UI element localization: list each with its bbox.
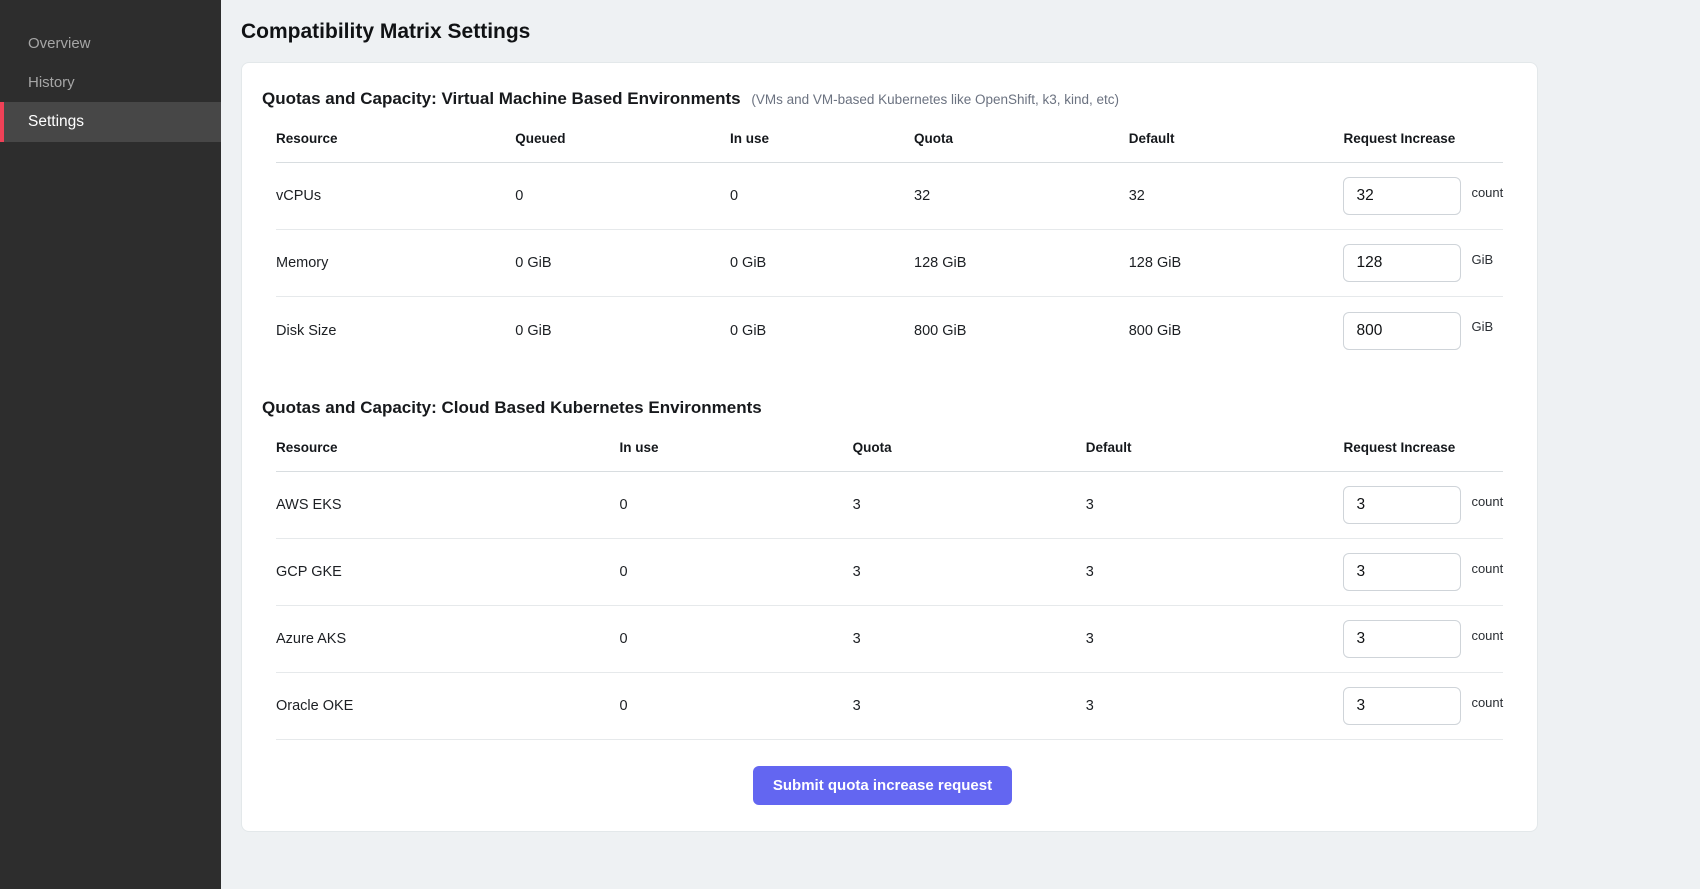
request-increase-input-aws-eks[interactable] xyxy=(1343,486,1461,524)
cell-queued: 0 xyxy=(515,188,730,204)
table-row-azure-aks: Azure AKS 0 3 3 count xyxy=(276,606,1503,673)
cell-request-increase: count xyxy=(1343,177,1503,215)
cloud-section-title-text: Quotas and Capacity: Cloud Based Kuberne… xyxy=(262,398,762,417)
cell-queued: 0 GiB xyxy=(515,323,730,339)
cell-in-use: 0 GiB xyxy=(730,323,914,339)
request-increase-input-vcpus[interactable] xyxy=(1343,177,1461,215)
cell-default: 3 xyxy=(1086,698,1344,714)
unit-label: GiB xyxy=(1471,319,1493,334)
table-row-vcpus: vCPUs 0 0 32 32 count xyxy=(276,163,1503,230)
cell-default: 800 GiB xyxy=(1129,323,1344,339)
column-header-request-increase: Request Increase xyxy=(1343,131,1503,146)
unit-label: GiB xyxy=(1471,252,1493,267)
column-header-in-use: In use xyxy=(730,131,914,146)
cell-queued: 0 GiB xyxy=(515,255,730,271)
cloud-quota-table: Resource In use Quota Default Request In… xyxy=(276,426,1503,740)
column-header-queued: Queued xyxy=(515,131,730,146)
cell-quota: 128 GiB xyxy=(914,255,1129,271)
cloud-table-header-row: Resource In use Quota Default Request In… xyxy=(276,426,1503,472)
column-header-default: Default xyxy=(1129,131,1344,146)
table-row-oracle-oke: Oracle OKE 0 3 3 count xyxy=(276,673,1503,740)
column-header-resource: Resource xyxy=(276,440,620,455)
vm-section-subtitle: (VMs and VM-based Kubernetes like OpenSh… xyxy=(751,92,1119,107)
cell-request-increase: count xyxy=(1343,687,1503,725)
column-header-quota: Quota xyxy=(914,131,1129,146)
column-header-resource: Resource xyxy=(276,131,515,146)
request-increase-input-azure-aks[interactable] xyxy=(1343,620,1461,658)
cell-in-use: 0 xyxy=(620,497,853,513)
main-content: Compatibility Matrix Settings Quotas and… xyxy=(221,0,1700,889)
request-increase-input-gcp-gke[interactable] xyxy=(1343,553,1461,591)
column-header-in-use: In use xyxy=(620,440,853,455)
submit-quota-increase-button[interactable]: Submit quota increase request xyxy=(753,766,1012,805)
cell-quota: 3 xyxy=(853,497,1086,513)
settings-card: Quotas and Capacity: Virtual Machine Bas… xyxy=(241,62,1538,832)
cell-in-use: 0 xyxy=(620,631,853,647)
column-header-quota: Quota xyxy=(853,440,1086,455)
cell-quota: 800 GiB xyxy=(914,323,1129,339)
unit-label: count xyxy=(1471,185,1503,200)
cell-request-increase: count xyxy=(1343,486,1503,524)
request-increase-input-disk-size[interactable] xyxy=(1343,312,1461,350)
unit-label: count xyxy=(1471,695,1503,710)
cell-resource: GCP GKE xyxy=(276,564,620,580)
column-header-request-increase: Request Increase xyxy=(1343,440,1503,455)
vm-section-title-text: Quotas and Capacity: Virtual Machine Bas… xyxy=(262,89,741,108)
vm-quota-table: Resource Queued In use Quota Default Req… xyxy=(276,117,1503,364)
app-window: Overview History Settings Compatibility … xyxy=(0,0,1700,889)
cell-request-increase: count xyxy=(1343,620,1503,658)
cell-resource: Oracle OKE xyxy=(276,698,620,714)
column-header-default: Default xyxy=(1086,440,1344,455)
cell-default: 128 GiB xyxy=(1129,255,1344,271)
table-row-gcp-gke: GCP GKE 0 3 3 count xyxy=(276,539,1503,606)
cell-default: 32 xyxy=(1129,188,1344,204)
cell-request-increase: GiB xyxy=(1343,312,1503,350)
sidebar-item-history[interactable]: History xyxy=(0,63,221,102)
cell-quota: 3 xyxy=(853,564,1086,580)
cell-request-increase: GiB xyxy=(1343,244,1503,282)
sidebar-item-overview[interactable]: Overview xyxy=(0,24,221,63)
cell-resource: Azure AKS xyxy=(276,631,620,647)
cell-quota: 3 xyxy=(853,631,1086,647)
vm-table-header-row: Resource Queued In use Quota Default Req… xyxy=(276,117,1503,163)
cell-quota: 32 xyxy=(914,188,1129,204)
cell-default: 3 xyxy=(1086,497,1344,513)
cell-resource: Memory xyxy=(276,255,515,271)
cell-in-use: 0 xyxy=(620,564,853,580)
sidebar: Overview History Settings xyxy=(0,0,221,889)
cell-resource: AWS EKS xyxy=(276,497,620,513)
cell-in-use: 0 xyxy=(620,698,853,714)
table-row-disk-size: Disk Size 0 GiB 0 GiB 800 GiB 800 GiB Gi… xyxy=(276,297,1503,364)
submit-button-row: Submit quota increase request xyxy=(262,766,1503,805)
vm-section-title: Quotas and Capacity: Virtual Machine Bas… xyxy=(262,89,1503,109)
table-row-aws-eks: AWS EKS 0 3 3 count xyxy=(276,472,1503,539)
request-increase-input-oracle-oke[interactable] xyxy=(1343,687,1461,725)
table-row-memory: Memory 0 GiB 0 GiB 128 GiB 128 GiB GiB xyxy=(276,230,1503,297)
cell-resource: Disk Size xyxy=(276,323,515,339)
unit-label: count xyxy=(1471,561,1503,576)
cell-quota: 3 xyxy=(853,698,1086,714)
cloud-section-title: Quotas and Capacity: Cloud Based Kuberne… xyxy=(262,398,1503,418)
cell-resource: vCPUs xyxy=(276,188,515,204)
cell-default: 3 xyxy=(1086,631,1344,647)
unit-label: count xyxy=(1471,494,1503,509)
cell-request-increase: count xyxy=(1343,553,1503,591)
request-increase-input-memory[interactable] xyxy=(1343,244,1461,282)
cell-in-use: 0 xyxy=(730,188,914,204)
cell-in-use: 0 GiB xyxy=(730,255,914,271)
sidebar-item-settings[interactable]: Settings xyxy=(0,102,221,142)
unit-label: count xyxy=(1471,628,1503,643)
cell-default: 3 xyxy=(1086,564,1344,580)
page-title: Compatibility Matrix Settings xyxy=(241,20,1676,44)
